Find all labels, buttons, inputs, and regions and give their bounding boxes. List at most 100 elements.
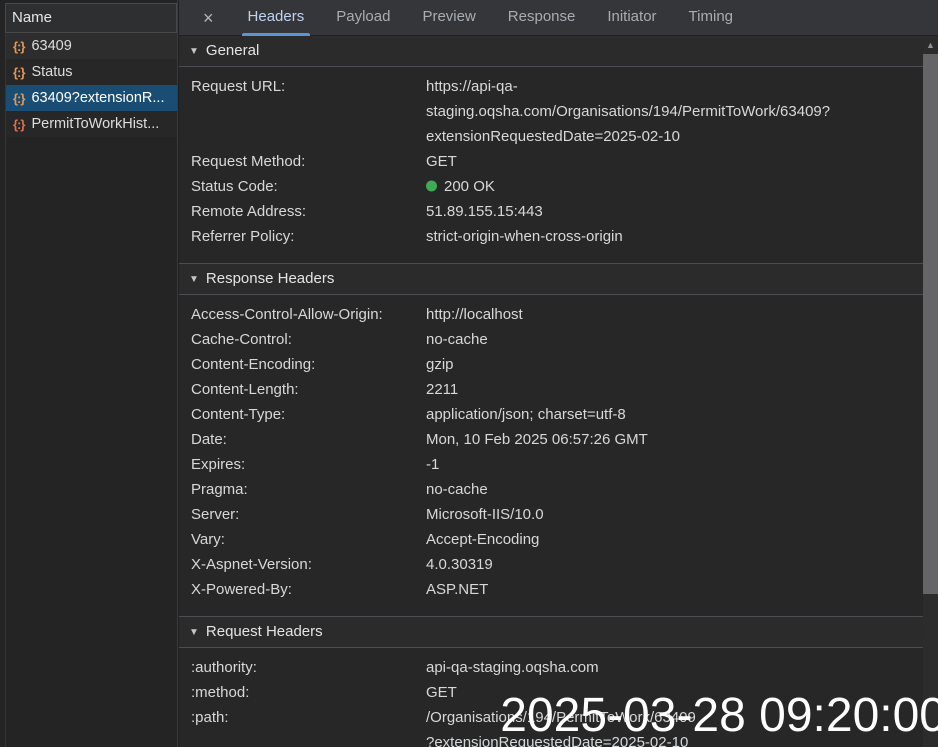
header-row: Status Code: 200 OK <box>191 174 913 199</box>
header-row: Cache-Control:no-cache <box>191 327 913 352</box>
header-row: Content-Encoding:gzip <box>191 352 913 377</box>
name-column-header[interactable]: Name <box>5 3 177 33</box>
header-row: Remote Address: 51.89.155.15:443 <box>191 199 913 224</box>
header-row: Content-Length:2211 <box>191 377 913 402</box>
header-value: GET <box>426 149 913 174</box>
request-list-sidebar: Name {:} 63409 {:} Status {:} 63409?exte… <box>0 0 178 747</box>
vertical-scrollbar[interactable]: ▲ <box>923 36 938 747</box>
header-name: Request URL: <box>191 74 426 99</box>
header-row: X-Powered-By:ASP.NET <box>191 577 913 602</box>
header-row: :authority:api-qa-staging.oqsha.com <box>191 655 913 680</box>
header-value: -1 <box>426 452 913 477</box>
json-braces-icon: {:} <box>13 39 24 54</box>
header-name: :authority: <box>191 655 426 680</box>
header-row: :method:GET <box>191 680 913 705</box>
header-value: application/json; charset=utf-8 <box>426 402 913 427</box>
header-name: Remote Address: <box>191 199 426 224</box>
header-name: Content-Type: <box>191 402 426 427</box>
section-header-general[interactable]: ▼ General <box>179 36 923 67</box>
header-name: Request Method: <box>191 149 426 174</box>
header-value: Mon, 10 Feb 2025 06:57:26 GMT <box>426 427 913 452</box>
header-value: Accept-Encoding <box>426 527 913 552</box>
header-row: Pragma:no-cache <box>191 477 913 502</box>
header-row: Request Method: GET <box>191 149 913 174</box>
request-row-63409-extension[interactable]: {:} 63409?extensionR... <box>6 85 177 111</box>
header-value: http://localhost <box>426 302 913 327</box>
header-value: 51.89.155.15:443 <box>426 199 913 224</box>
header-name: Content-Encoding: <box>191 352 426 377</box>
header-value: no-cache <box>426 477 913 502</box>
status-ok-dot-icon <box>426 181 437 192</box>
section-title: Response Headers <box>206 270 334 287</box>
request-details-panel: × Headers Payload Preview Response Initi… <box>179 0 938 747</box>
header-row: Access-Control-Allow-Origin:http://local… <box>191 302 913 327</box>
header-row: Referrer Policy: strict-origin-when-cros… <box>191 224 913 249</box>
general-rows: Request URL: https://api-qa-staging.oqsh… <box>179 67 923 263</box>
header-row: Expires:-1 <box>191 452 913 477</box>
tab-response[interactable]: Response <box>496 0 588 36</box>
header-name: X-Aspnet-Version: <box>191 552 426 577</box>
header-value: /Organisations/194/PermitToWork/63409?ex… <box>426 705 704 747</box>
request-headers-rows: :authority:api-qa-staging.oqsha.com :met… <box>179 648 923 747</box>
header-name: Date: <box>191 427 426 452</box>
response-headers-rows: Access-Control-Allow-Origin:http://local… <box>179 295 923 616</box>
header-value: strict-origin-when-cross-origin <box>426 224 913 249</box>
scroll-up-arrow-icon[interactable]: ▲ <box>923 36 938 53</box>
chevron-down-icon: ▼ <box>189 618 199 648</box>
header-name: :path: <box>191 705 426 730</box>
tab-preview[interactable]: Preview <box>410 0 487 36</box>
headers-content: ▼ General Request URL: https://api-qa-sta… <box>179 36 923 747</box>
tab-payload[interactable]: Payload <box>324 0 402 36</box>
status-code-text: 200 OK <box>444 178 495 195</box>
header-name: Vary: <box>191 527 426 552</box>
json-braces-icon: {:} <box>13 91 24 106</box>
scrollbar-thumb[interactable] <box>923 54 938 594</box>
json-braces-icon: {:} <box>13 117 24 132</box>
section-header-response-headers[interactable]: ▼ Response Headers <box>179 263 923 295</box>
request-row-status[interactable]: {:} Status <box>6 59 177 85</box>
request-row-permittoworkhistory[interactable]: {:} PermitToWorkHist... <box>6 111 177 137</box>
header-value: https://api-qa-staging.oqsha.com/Organis… <box>426 74 913 149</box>
header-value: ASP.NET <box>426 577 913 602</box>
close-icon[interactable]: × <box>195 5 222 31</box>
header-name: Server: <box>191 502 426 527</box>
json-braces-icon: {:} <box>13 65 24 80</box>
header-value: api-qa-staging.oqsha.com <box>426 655 913 680</box>
header-row: Request URL: https://api-qa-staging.oqsh… <box>191 74 913 149</box>
request-row-label: Status <box>31 64 72 80</box>
header-value: GET <box>426 680 913 705</box>
header-name: X-Powered-By: <box>191 577 426 602</box>
chevron-down-icon: ▼ <box>189 265 199 295</box>
header-row: Date:Mon, 10 Feb 2025 06:57:26 GMT <box>191 427 913 452</box>
header-name: Cache-Control: <box>191 327 426 352</box>
header-value: Microsoft-IIS/10.0 <box>426 502 913 527</box>
header-value: 200 OK <box>426 174 913 199</box>
header-name: Content-Length: <box>191 377 426 402</box>
header-name: Status Code: <box>191 174 426 199</box>
section-header-request-headers[interactable]: ▼ Request Headers <box>179 616 923 648</box>
header-row: Server:Microsoft-IIS/10.0 <box>191 502 913 527</box>
header-name: Pragma: <box>191 477 426 502</box>
header-row: :path:/Organisations/194/PermitToWork/63… <box>191 705 913 747</box>
header-value: 2211 <box>426 377 913 402</box>
section-title: General <box>206 42 259 59</box>
header-name: Expires: <box>191 452 426 477</box>
header-row: Content-Type:application/json; charset=u… <box>191 402 913 427</box>
chevron-down-icon: ▼ <box>189 37 199 67</box>
header-row: X-Aspnet-Version:4.0.30319 <box>191 552 913 577</box>
request-row-63409[interactable]: {:} 63409 <box>6 33 177 59</box>
header-value: gzip <box>426 352 913 377</box>
header-row: Vary:Accept-Encoding <box>191 527 913 552</box>
header-value: no-cache <box>426 327 913 352</box>
section-title: Request Headers <box>206 623 323 640</box>
tab-initiator[interactable]: Initiator <box>595 0 668 36</box>
header-name: :method: <box>191 680 426 705</box>
request-list: {:} 63409 {:} Status {:} 63409?extension… <box>5 33 177 747</box>
request-row-label: 63409?extensionR... <box>31 90 164 106</box>
details-tabbar: × Headers Payload Preview Response Initi… <box>179 0 938 36</box>
header-value: 4.0.30319 <box>426 552 913 577</box>
tab-timing[interactable]: Timing <box>677 0 745 36</box>
tab-headers[interactable]: Headers <box>236 0 317 36</box>
header-name: Access-Control-Allow-Origin: <box>191 302 426 327</box>
request-row-label: 63409 <box>31 38 71 54</box>
